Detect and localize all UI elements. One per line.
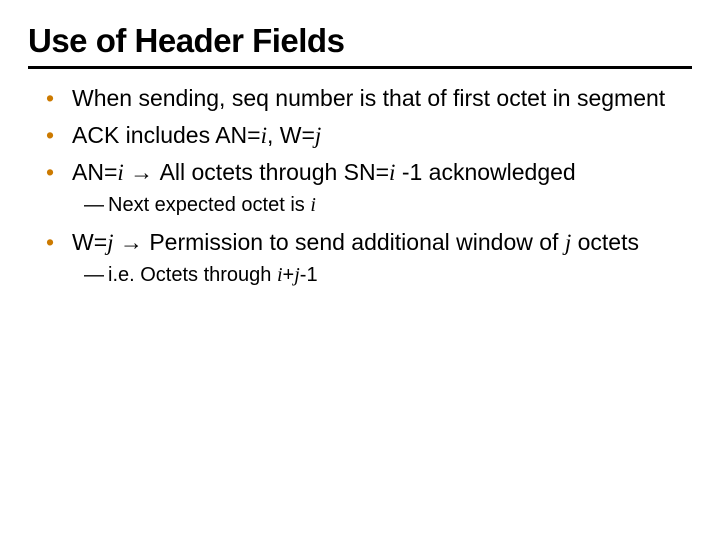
sub-bullet-text: + [283,264,295,286]
bullet-item: When sending, seq number is that of firs… [46,83,692,114]
arrow-icon: → [124,159,160,185]
bullet-text: AN= [72,159,117,185]
sub-bullet-text: Next expected octet is [108,194,310,216]
bullet-text: ACK includes AN= [72,122,261,148]
bullet-text: W= [72,229,107,255]
sub-bullet-item: i.e. Octets through i+j-1 [84,262,692,289]
bullet-text: -1 acknowledged [395,159,575,185]
slide: Use of Header Fields When sending, seq n… [0,0,720,540]
bullet-text: Permission to send additional window of [149,229,565,255]
sub-bullet-text: -1 [300,264,318,286]
bullet-text: octets [571,229,639,255]
sub-bullet-list: Next expected octet is i [72,192,692,219]
sub-bullet-item: Next expected octet is i [84,192,692,219]
bullet-item: ACK includes AN=i, W=j [46,120,692,151]
sub-bullet-list: i.e. Octets through i+j-1 [72,262,692,289]
bullet-text: All octets through SN= [160,159,389,185]
math-var: j [315,123,321,148]
slide-title: Use of Header Fields [28,22,692,69]
bullet-item: W=j → Permission to send additional wind… [46,227,692,289]
sub-bullet-text: i.e. Octets through [108,264,277,286]
bullet-text: When sending, seq number is that of firs… [72,85,665,111]
math-var: i [310,194,316,216]
bullet-item: AN=i → All octets through SN=i -1 acknow… [46,157,692,219]
arrow-icon: → [114,229,150,255]
bullet-list: When sending, seq number is that of firs… [28,83,692,289]
bullet-text: , W= [267,122,315,148]
